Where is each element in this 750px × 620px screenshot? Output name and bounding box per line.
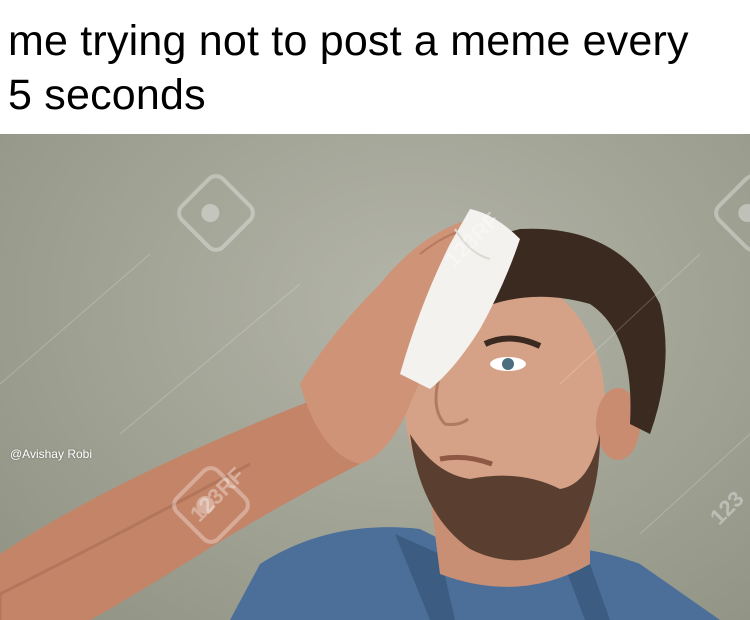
caption-line-1: me trying not to post a meme every	[8, 17, 689, 65]
tired-man-wiping-forehead-illustration	[0, 209, 750, 620]
photo-credit: @Avishay Robi	[10, 447, 92, 461]
caption-line-2: 5 seconds	[8, 71, 206, 119]
meme-caption: me trying not to post a meme every 5 sec…	[8, 14, 743, 122]
meme-photo: 123RF 123RF 123 @Avishay Robi	[0, 134, 750, 620]
